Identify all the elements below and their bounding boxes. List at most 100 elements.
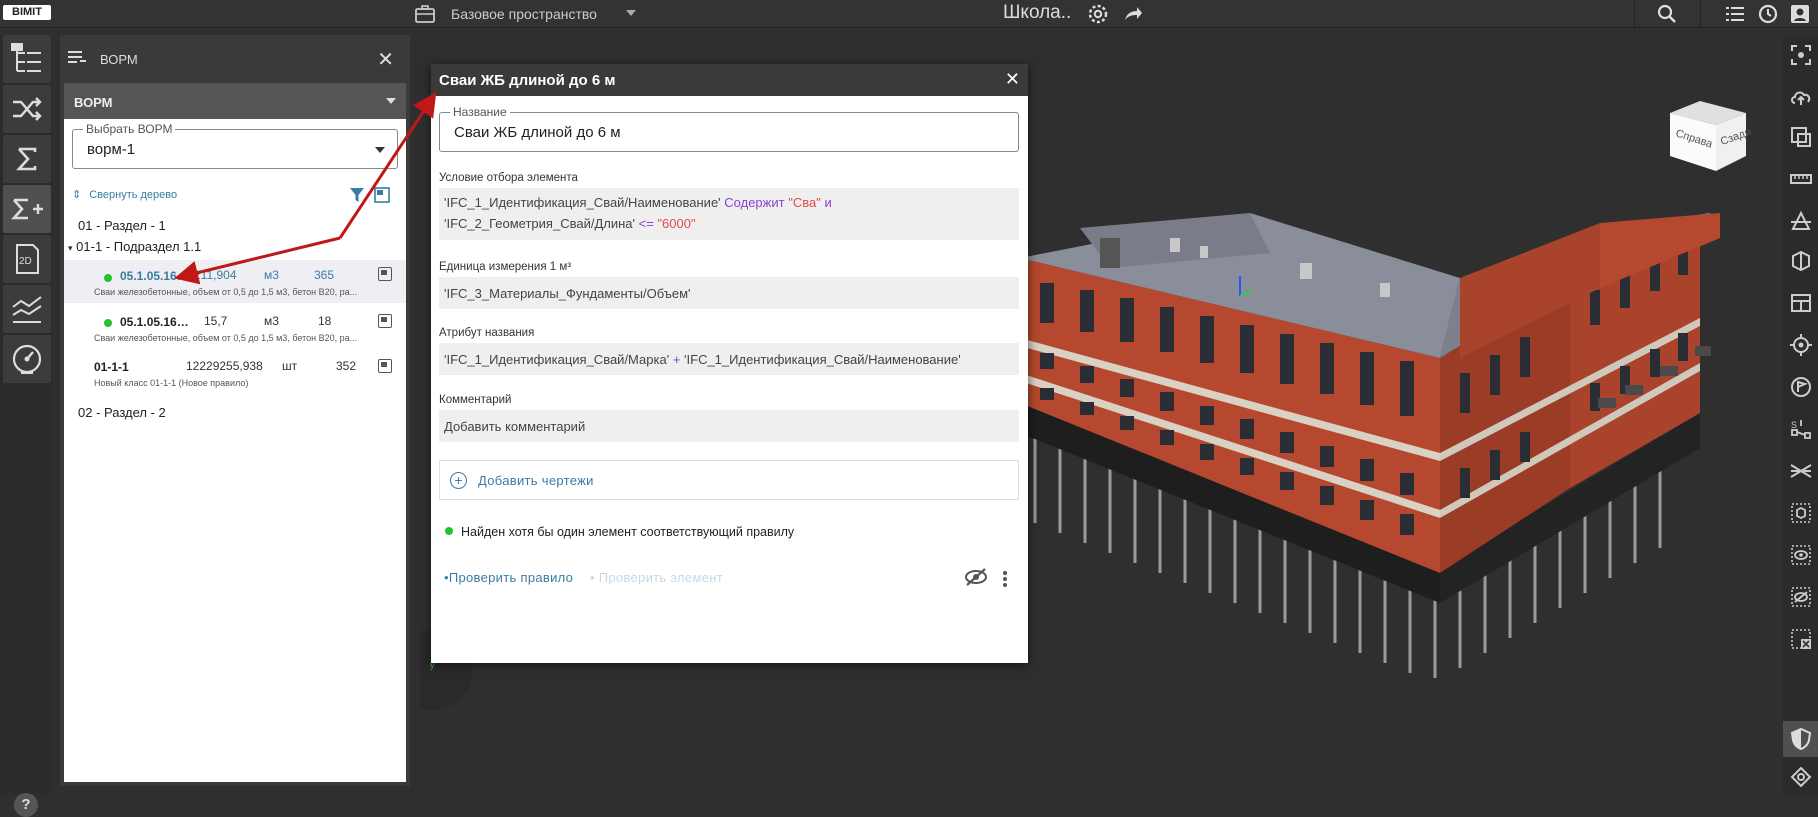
tree-section-1[interactable]: 01 - Раздел - 1 <box>78 218 166 233</box>
network-icon[interactable] <box>1789 765 1813 789</box>
dialog-title: Сваи ЖБ длиной до 6 м <box>439 72 616 89</box>
condition-value-2: "6000" <box>657 216 696 231</box>
search-icon[interactable] <box>1655 2 1679 26</box>
2d-button[interactable]: 2D <box>3 235 51 283</box>
isolate-cube-icon[interactable] <box>1789 501 1813 525</box>
item-detail-icon[interactable] <box>378 314 392 328</box>
tree-structure-button[interactable] <box>3 35 51 83</box>
tree-icon <box>11 43 41 72</box>
split-structure-icon[interactable]: S <box>1789 417 1813 441</box>
close-icon[interactable]: ✕ <box>377 47 394 72</box>
gear-icon[interactable] <box>1086 2 1110 26</box>
item-detail-icon[interactable] <box>378 267 392 281</box>
condition-value-1: "Сва" <box>788 195 821 210</box>
app-logo: BIMIT <box>3 5 51 20</box>
condition-and: и <box>824 195 832 210</box>
ruler-icon[interactable] <box>1789 167 1813 191</box>
attribute-part-2: 'IFC_1_Идентификация_Свай/Наименование' <box>684 352 961 367</box>
add-drawings-button[interactable]: + Добавить чертежи <box>439 460 1019 500</box>
item-code: 05.1.05.16… <box>120 315 189 329</box>
name-field[interactable]: Название Сваи ЖБ длиной до 6 м <box>439 105 1019 152</box>
dashboard-button[interactable] <box>3 335 51 383</box>
user-avatar-icon[interactable] <box>1788 2 1812 26</box>
tree-item-selected[interactable]: 05.1.05.16… 211,904 м3 365 Сваи железобе… <box>64 260 406 303</box>
status-dot <box>104 319 112 327</box>
right-toolbar: S <box>1783 35 1818 794</box>
charts-button[interactable] <box>3 285 51 333</box>
shuffle-icon <box>13 97 42 121</box>
add-drawings-label: Добавить чертежи <box>478 473 594 488</box>
crossing-lines-icon[interactable] <box>1789 459 1813 483</box>
target-icon[interactable] <box>1789 333 1813 357</box>
filter-icon[interactable] <box>350 187 364 203</box>
status-dot <box>104 274 112 282</box>
sum-button[interactable] <box>3 135 51 183</box>
name-field-value: Сваи ЖБ длиной до 6 м <box>454 124 621 141</box>
menu-list-icon[interactable] <box>68 51 86 65</box>
eye-icon[interactable] <box>1789 543 1813 567</box>
condition-operator-2: <= <box>638 216 654 231</box>
more-options-icon[interactable] <box>1002 570 1008 588</box>
item-count: 18 <box>318 314 332 328</box>
notifications-icon[interactable] <box>1756 2 1780 26</box>
caret-down-icon: ▾ <box>68 243 73 253</box>
item-description: Сваи железобетонные, объем от 0,5 до 1,5… <box>94 333 358 343</box>
attribute-field[interactable]: 'IFC_1_Идентификация_Свай/Марка' + 'IFC_… <box>439 343 1019 375</box>
attribute-plus: + <box>672 352 681 367</box>
panel-toggle-icon[interactable] <box>374 187 390 203</box>
item-unit: м3 <box>264 268 279 282</box>
collapse-tree-button[interactable]: ⇕ Свернуть дерево <box>72 188 177 201</box>
condition-attr-2: 'IFC_2_Геометрия_Свай/Длина' <box>444 216 635 231</box>
workspace-selector[interactable]: Базовое пространство <box>451 6 597 22</box>
help-button[interactable]: ? <box>14 793 38 817</box>
vorm-panel: ВОРМ ✕ ВОРМ Выбрать ВОРМ ворм-1 ⇕ Свернут… <box>60 35 410 786</box>
chevron-down-icon[interactable] <box>626 10 636 16</box>
item-count: 352 <box>336 359 357 373</box>
close-icon[interactable]: ✕ <box>1005 69 1020 90</box>
flag-icon[interactable] <box>1789 375 1813 399</box>
item-description: Новый класс 01-1-1 (Новое правило) <box>94 378 249 388</box>
project-title: Школа.. <box>1003 2 1072 23</box>
shield-button[interactable] <box>1783 721 1818 757</box>
shuffle-button[interactable] <box>3 85 51 133</box>
gauge-icon <box>12 344 42 374</box>
tree-section-2[interactable]: 02 - Раздел - 2 <box>78 405 166 420</box>
cloud-upload-icon[interactable] <box>1789 85 1813 109</box>
vorm-select[interactable]: Выбрать ВОРМ ворм-1 <box>72 122 398 169</box>
floor-plan-icon[interactable] <box>1789 291 1813 315</box>
condition-field[interactable]: 'IFC_1_Идентификация_Свай/Наименование' … <box>439 188 1019 240</box>
dialog-header: Сваи ЖБ длиной до 6 м ✕ <box>431 64 1028 96</box>
tree-subsection-label: 01-1 - Подраздел 1.1 <box>76 239 202 254</box>
check-element-button[interactable]: • Проверить элемент <box>590 570 723 585</box>
left-toolbar: 2D ? <box>0 35 52 817</box>
unit-field[interactable]: 'IFC_3_Материалы_Фундаменты/Объем' <box>439 277 1019 309</box>
section-box-icon[interactable] <box>1789 249 1813 273</box>
collapse-arrows-icon: ⇕ <box>72 189 82 201</box>
item-code: 05.1.05.16… <box>120 269 189 283</box>
eye-off-icon[interactable] <box>1789 585 1813 609</box>
tree-item[interactable]: 05.1.05.16… 15,7 м3 18 Сваи железобетонн… <box>64 305 406 348</box>
focus-frame-icon[interactable] <box>1789 43 1813 67</box>
chart-line-icon <box>12 296 42 323</box>
comment-field[interactable]: Добавить комментарий <box>439 410 1019 442</box>
section-plane-icon[interactable] <box>1789 209 1813 233</box>
condition-attr-1: 'IFC_1_Идентификация_Свай/Наименование' <box>444 195 721 210</box>
rule-status-text: Найден хотя бы один элемент соответствую… <box>461 525 795 539</box>
condition-label: Условие отбора элемента <box>439 172 578 184</box>
vorm-header[interactable]: ВОРМ <box>64 83 406 119</box>
zoom-fit-icon[interactable] <box>1789 125 1813 149</box>
item-detail-icon[interactable] <box>378 359 392 373</box>
panel-title: ВОРМ <box>100 52 138 67</box>
briefcase-icon[interactable] <box>413 2 437 26</box>
chevron-down-icon <box>375 147 385 153</box>
hide-selection-icon[interactable] <box>1789 627 1813 651</box>
sum-plus-button[interactable] <box>3 185 51 233</box>
item-count: 365 <box>314 268 335 282</box>
tree-item[interactable]: 01-1-1 12229255,938 шт 352 Новый класс 0… <box>64 351 406 393</box>
check-rule-button[interactable]: •Проверить правило <box>444 570 573 585</box>
tree-subsection[interactable]: ▾ 01-1 - Подраздел 1.1 <box>68 239 201 254</box>
share-arrow-icon[interactable] <box>1121 2 1145 26</box>
shield-icon <box>1790 727 1812 751</box>
eye-off-icon[interactable] <box>964 567 988 587</box>
list-icon[interactable] <box>1723 2 1747 26</box>
